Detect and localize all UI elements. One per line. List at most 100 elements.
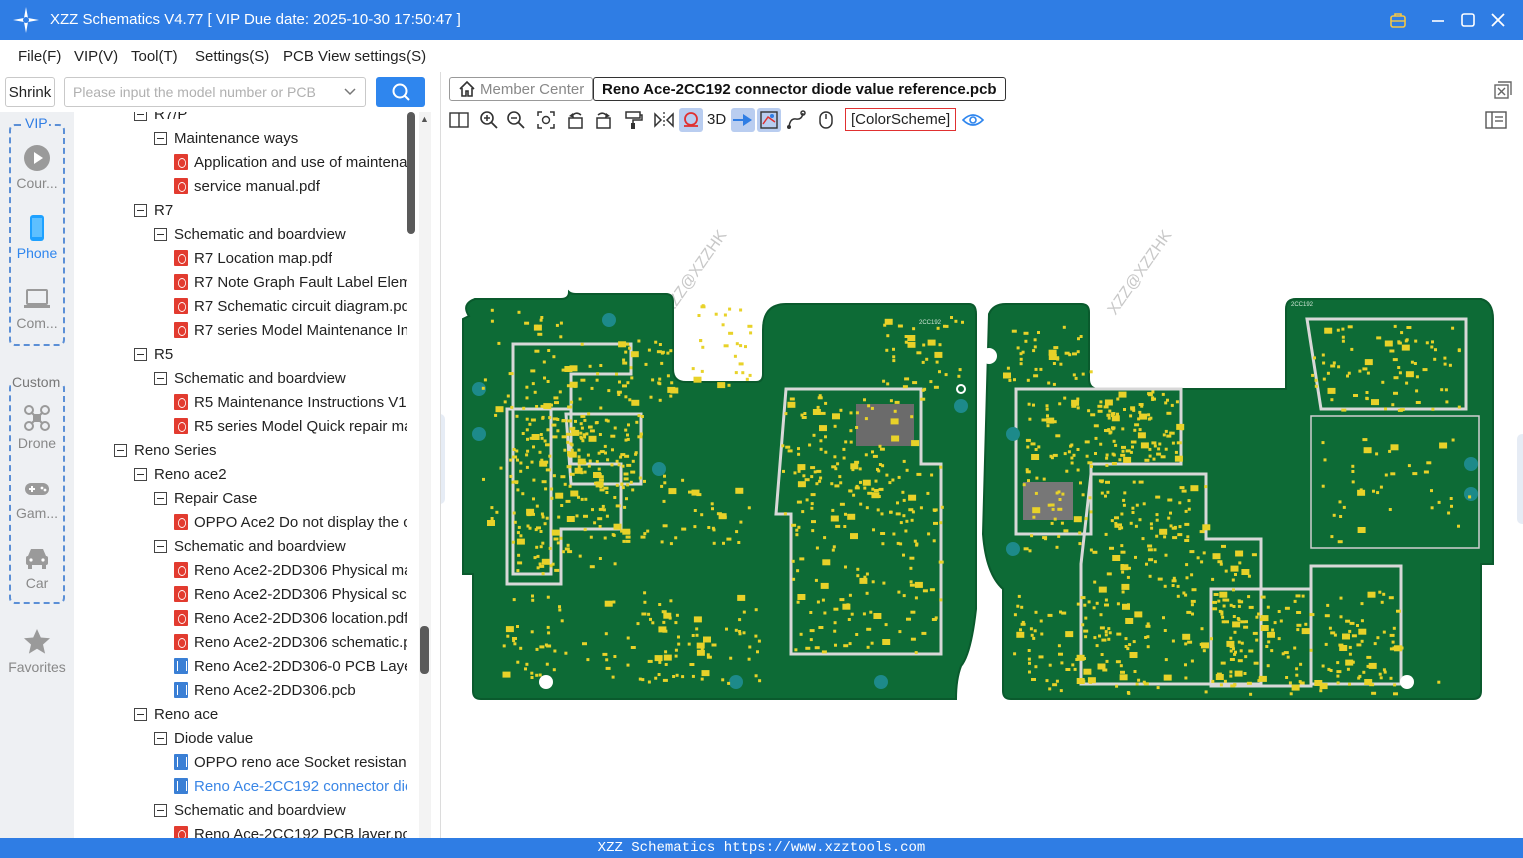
- tab-member-center[interactable]: Member Center: [449, 77, 594, 101]
- side-panel-toggle-icon[interactable]: [1484, 108, 1508, 132]
- category-game[interactable]: Gam...: [0, 474, 74, 521]
- collapse-toggle-icon[interactable]: [154, 131, 167, 145]
- menu-settings[interactable]: Settings(S): [195, 48, 269, 65]
- collapse-toggle-icon[interactable]: [154, 803, 167, 817]
- rotate-right-icon[interactable]: [591, 108, 615, 132]
- pad: [1156, 686, 1160, 690]
- search-input[interactable]: [73, 82, 335, 102]
- tree-file-item[interactable]: R7 series Model Maintenance Instructions: [174, 318, 407, 342]
- tree-file-item[interactable]: R7 Schematic circuit diagram.pdf: [174, 294, 407, 318]
- tree-folder-item[interactable]: Maintenance ways: [154, 126, 407, 150]
- tree-file-item[interactable]: R5 Maintenance Instructions V1: [174, 390, 407, 414]
- tree-file-item[interactable]: R5 series Model Quick repair manual: [174, 414, 407, 438]
- pcb-canvas[interactable]: XZZ@XZZHK XZZ@XZZHK 2CC192 2CC192: [441, 134, 1523, 838]
- tree-file-item[interactable]: OPPO reno ace Socket resistance: [174, 750, 407, 774]
- net-highlight-icon[interactable]: [679, 108, 703, 132]
- trace-route-icon[interactable]: [784, 108, 808, 132]
- mouse-mode-icon[interactable]: [814, 108, 838, 132]
- favorites-button[interactable]: Favorites: [0, 628, 74, 675]
- menu-vip[interactable]: VIP(V): [74, 48, 118, 65]
- tree-file-item[interactable]: Reno Ace2-2DD306-0 PCB Layer.pcb: [174, 654, 407, 678]
- category-phone[interactable]: Phone: [0, 214, 74, 261]
- zoom-out-icon[interactable]: [504, 108, 528, 132]
- close-button[interactable]: [1484, 6, 1512, 34]
- collapse-toggle-icon[interactable]: [154, 539, 167, 553]
- pad: [1006, 366, 1010, 370]
- shrink-button[interactable]: Shrink: [5, 77, 55, 107]
- collapse-toggle-icon[interactable]: [134, 112, 147, 121]
- search-field[interactable]: [64, 77, 366, 107]
- tree-file-item[interactable]: Reno Ace2-2DD306 schematic.pdf: [174, 630, 407, 654]
- tree-file-item[interactable]: Reno Ace-2CC192 connector diode value re…: [174, 774, 407, 798]
- rotate-left-icon[interactable]: [564, 108, 588, 132]
- menu-pcb-view-settings[interactable]: PCB View settings(S): [283, 48, 426, 65]
- tree-folder-item[interactable]: Reno ace2: [134, 462, 407, 486]
- chevron-down-icon[interactable]: [343, 86, 357, 98]
- collapse-toggle-icon[interactable]: [134, 347, 147, 361]
- sidebar-scrollbar-thumb[interactable]: [420, 626, 429, 674]
- tree-file-item[interactable]: service manual.pdf: [174, 174, 407, 198]
- tree-file-item[interactable]: Reno Ace2-2DD306 Physical map: [174, 558, 407, 582]
- tree-folder-item[interactable]: Schematic and boardview: [154, 222, 407, 246]
- tree-folder-item[interactable]: R7/P: [134, 112, 407, 126]
- tree-folder-item[interactable]: Schematic and boardview: [154, 366, 407, 390]
- minimize-button[interactable]: [1424, 6, 1452, 34]
- vip-bag-icon[interactable]: [1384, 6, 1412, 34]
- collapse-toggle-icon[interactable]: [134, 707, 147, 721]
- color-scheme-button[interactable]: [ColorScheme]: [845, 108, 957, 131]
- pad: [908, 494, 917, 501]
- category-car[interactable]: Car: [0, 544, 74, 591]
- scroll-up-arrow-icon[interactable]: ▲: [420, 114, 429, 124]
- fit-view-icon[interactable]: [534, 108, 558, 132]
- collapse-toggle-icon[interactable]: [154, 731, 167, 745]
- pad: [1388, 596, 1394, 600]
- tree-file-item[interactable]: Application and use of maintenance: [174, 150, 407, 174]
- menu-tool[interactable]: Tool(T): [131, 48, 178, 65]
- collapse-toggle-icon[interactable]: [114, 443, 127, 457]
- tree-file-item[interactable]: Reno Ace2-2DD306 location.pdf: [174, 606, 407, 630]
- toggle-3d-button[interactable]: 3D: [707, 111, 726, 128]
- tree-folder-item[interactable]: Schematic and boardview: [154, 534, 407, 558]
- category-computer[interactable]: Com...: [0, 284, 74, 331]
- collapse-toggle-icon[interactable]: [134, 203, 147, 217]
- pad: [1120, 512, 1124, 516]
- menu-file[interactable]: File(F): [18, 48, 61, 65]
- tree-file-item[interactable]: Reno Ace2-2DD306.pcb: [174, 678, 407, 702]
- tree-folder-item[interactable]: Reno ace: [134, 702, 407, 726]
- pcb-board-view[interactable]: 2CC192 2CC192: [441, 134, 1523, 838]
- collapse-toggle-icon[interactable]: [154, 227, 167, 241]
- pad: [1104, 399, 1113, 406]
- pin-arrow-icon[interactable]: [731, 108, 755, 132]
- tree-scrollbar-thumb[interactable]: [407, 112, 415, 234]
- tree-file-item[interactable]: Reno Ace-2CC192 PCB layer.pcb: [174, 822, 407, 838]
- pad: [723, 313, 727, 317]
- search-button[interactable]: [376, 77, 425, 107]
- tree-file-item[interactable]: R7 Location map.pdf: [174, 246, 407, 270]
- format-painter-icon[interactable]: [621, 108, 645, 132]
- mirror-flip-icon[interactable]: [652, 108, 676, 132]
- collapse-toggle-icon[interactable]: [134, 467, 147, 481]
- tab-pcb-file[interactable]: Reno Ace-2CC192 connector diode value re…: [593, 77, 1006, 101]
- tree-folder-item[interactable]: Diode value: [154, 726, 407, 750]
- close-all-tabs-icon[interactable]: [1493, 80, 1513, 100]
- pad: [617, 393, 621, 396]
- sidebar-scrollbar-track[interactable]: [419, 112, 431, 838]
- tree-file-item[interactable]: R7 Note Graph Fault Label Element: [174, 270, 407, 294]
- tree-folder-item[interactable]: Schematic and boardview: [154, 798, 407, 822]
- tree-folder-item[interactable]: R7: [134, 198, 407, 222]
- tree-file-item[interactable]: Reno Ace2-2DD306 Physical scale: [174, 582, 407, 606]
- zoom-in-icon[interactable]: [477, 108, 501, 132]
- category-course[interactable]: Cour...: [0, 144, 74, 191]
- tree-folder-item[interactable]: R5: [134, 342, 407, 366]
- maximize-button[interactable]: [1454, 6, 1482, 34]
- tree-folder-item[interactable]: Repair Case: [154, 486, 407, 510]
- pad: [809, 611, 813, 614]
- collapse-toggle-icon[interactable]: [154, 371, 167, 385]
- collapse-toggle-icon[interactable]: [154, 491, 167, 505]
- eye-visibility-icon[interactable]: [961, 108, 985, 132]
- tree-folder-item[interactable]: Reno Series: [114, 438, 407, 462]
- split-view-icon[interactable]: [447, 108, 471, 132]
- tree-file-item[interactable]: OPPO Ace2 Do not display the charging: [174, 510, 407, 534]
- layer-view-icon[interactable]: [757, 108, 781, 132]
- category-drone[interactable]: Drone: [0, 404, 74, 451]
